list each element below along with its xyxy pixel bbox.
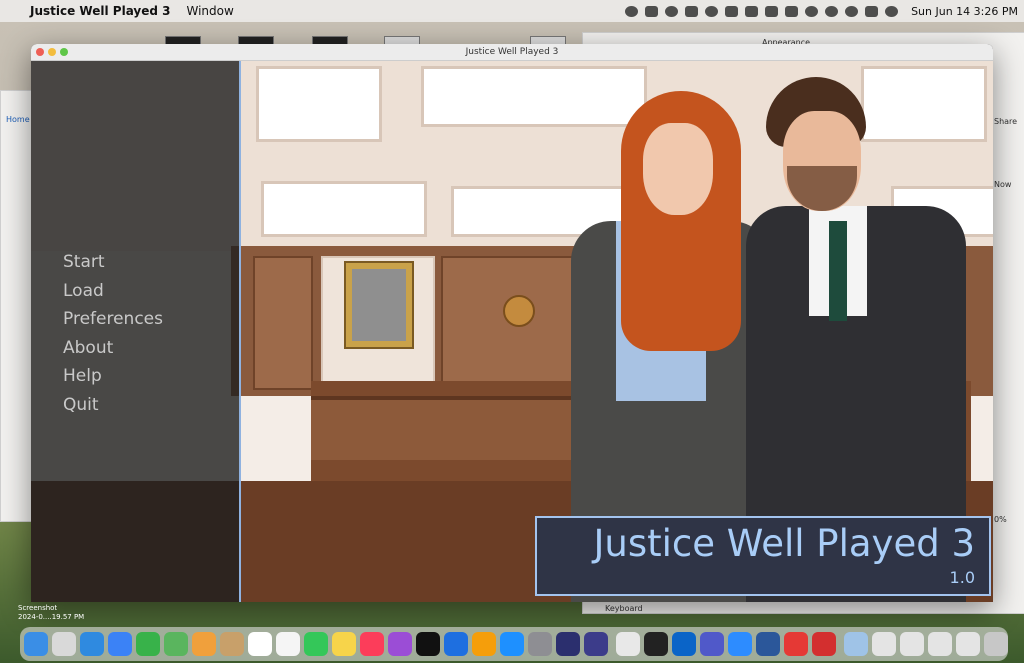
male-lawyer-tie (829, 221, 847, 321)
status-icon[interactable] (785, 5, 799, 17)
desktop-screenshot-label[interactable]: Screenshot 2024-0....19.57 PM (18, 604, 84, 622)
menubar-clock[interactable]: Sun Jun 14 3:26 PM (911, 5, 1018, 18)
menu-about-button[interactable]: About (63, 334, 163, 363)
menu-preferences-button[interactable]: Preferences (63, 305, 163, 334)
contacts-icon[interactable] (220, 632, 244, 656)
maps-icon[interactable] (164, 632, 188, 656)
status-area: Sun Jun 14 3:26 PM (625, 0, 1018, 22)
screenshot-label-line2: 2024-0....19.57 PM (18, 613, 85, 621)
tasks-icon[interactable] (784, 632, 808, 656)
tv-icon[interactable] (416, 632, 440, 656)
window-title: Justice Well Played 3 (465, 47, 559, 57)
menu-quit-button[interactable]: Quit (63, 391, 163, 420)
minimize-window-button[interactable] (48, 48, 56, 56)
ceiling-light (861, 66, 987, 142)
game-title: Justice Well Played 3 (593, 522, 975, 565)
game-window: Justice Well Played 3 Start Load Prefere… (31, 44, 993, 602)
court-seal (503, 295, 535, 327)
teams-icon[interactable] (700, 632, 724, 656)
terminal-icon[interactable] (644, 632, 668, 656)
judge-portrait (344, 261, 414, 349)
battery-icon[interactable] (765, 5, 779, 17)
finder-alt-icon[interactable] (844, 632, 868, 656)
reminders-icon[interactable] (276, 632, 300, 656)
zoom-icon[interactable] (728, 632, 752, 656)
bg-share-label: Share (994, 117, 1018, 126)
menu-app-name[interactable]: Justice Well Played 3 (30, 4, 171, 18)
music-icon[interactable] (360, 632, 384, 656)
notes-icon[interactable] (332, 632, 356, 656)
utility-icon-2[interactable] (584, 632, 608, 656)
photos-icon[interactable] (192, 632, 216, 656)
bg-now-label: Now (994, 180, 1012, 189)
facetime-icon[interactable] (136, 632, 160, 656)
mail-icon[interactable] (108, 632, 132, 656)
acrobat-icon[interactable] (812, 632, 836, 656)
calendar-icon[interactable] (248, 632, 272, 656)
window-titlebar[interactable]: Justice Well Played 3 (31, 44, 993, 61)
siri-icon[interactable] (885, 5, 899, 17)
wifi-icon[interactable] (845, 5, 859, 17)
messages-icon[interactable] (304, 632, 328, 656)
title-screen: Start Load Preferences About Help Quit J… (31, 61, 993, 602)
game-version: 1.0 (949, 568, 975, 587)
screenshot-label-line1: Screenshot (18, 604, 58, 612)
finder-icon[interactable] (24, 632, 48, 656)
status-icon[interactable] (625, 5, 639, 17)
ceiling-light (256, 66, 382, 142)
close-window-button[interactable] (36, 48, 44, 56)
folder-icon-2[interactable] (900, 632, 924, 656)
status-icon[interactable] (705, 5, 719, 17)
bg-percent-label: 0% (994, 515, 1007, 524)
status-icon[interactable] (645, 5, 659, 17)
search-icon[interactable] (825, 5, 839, 17)
folder-icon-3[interactable] (928, 632, 952, 656)
zoom-window-button[interactable] (60, 48, 68, 56)
status-icon[interactable] (665, 5, 679, 17)
status-icon[interactable] (725, 5, 739, 17)
menu-load-button[interactable]: Load (63, 277, 163, 306)
wall-panel (253, 256, 313, 390)
pages-icon[interactable] (472, 632, 496, 656)
menu-start-button[interactable]: Start (63, 248, 163, 277)
menu-overlay: Start Load Preferences About Help Quit (31, 61, 241, 602)
main-menu: Start Load Preferences About Help Quit (63, 248, 163, 420)
background-window-left[interactable] (0, 90, 34, 522)
trash-icon[interactable] (984, 632, 1008, 656)
ceiling-light (421, 66, 647, 127)
folder-icon[interactable] (872, 632, 896, 656)
user-icon[interactable] (805, 5, 819, 17)
menu-window[interactable]: Window (187, 4, 234, 18)
menu-bar: Justice Well Played 3 Window Sun Jun 14 … (0, 0, 1024, 22)
safari-icon[interactable] (80, 632, 104, 656)
dock (20, 627, 1008, 661)
game-title-box: Justice Well Played 3 1.0 (535, 516, 991, 596)
menu-help-button[interactable]: Help (63, 362, 163, 391)
outlook-icon[interactable] (672, 632, 696, 656)
control-center-icon[interactable] (865, 5, 879, 17)
bg-home-tab: Home (6, 115, 30, 124)
chrome-icon[interactable] (616, 632, 640, 656)
app-store-icon[interactable] (500, 632, 524, 656)
podcasts-icon[interactable] (388, 632, 412, 656)
ceiling-light (261, 181, 427, 237)
female-lawyer-face (643, 123, 713, 215)
keynote-icon[interactable] (444, 632, 468, 656)
folder-icon-4[interactable] (956, 632, 980, 656)
settings-icon[interactable] (528, 632, 552, 656)
status-icon[interactable] (745, 5, 759, 17)
launchpad-icon[interactable] (52, 632, 76, 656)
utility-icon[interactable] (556, 632, 580, 656)
word-icon[interactable] (756, 632, 780, 656)
courtroom-rail (311, 396, 571, 460)
status-icon[interactable] (685, 5, 699, 17)
bg-keyboard-label: Keyboard (605, 604, 643, 613)
